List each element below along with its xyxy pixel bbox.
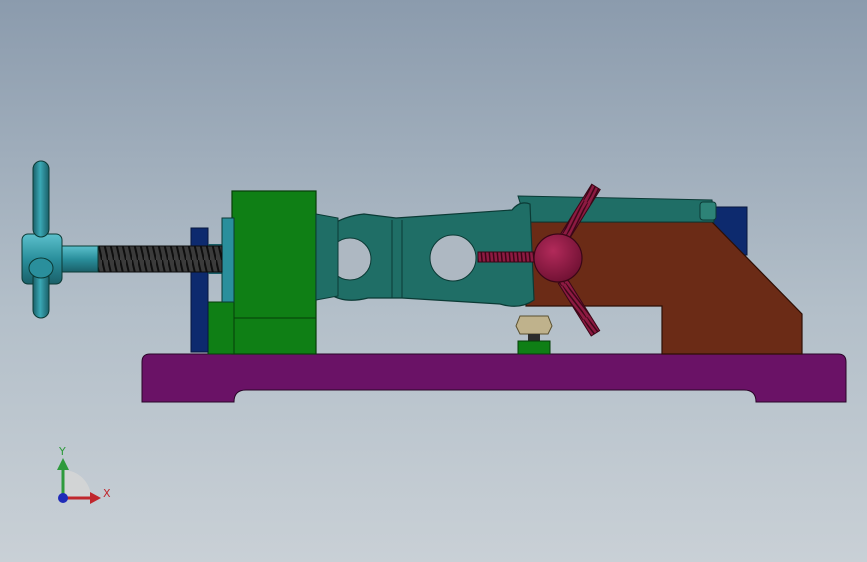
spindle-shaft[interactable] <box>59 245 99 273</box>
left-plate-flange <box>221 217 235 303</box>
jaw-block-foot[interactable] <box>207 301 235 355</box>
triad-x-arrowhead <box>90 492 101 504</box>
triad-z-origin <box>58 493 68 503</box>
model-canvas[interactable]: Y X <box>0 0 867 562</box>
support-pin-base[interactable] <box>517 340 551 355</box>
tommy-bar-upper[interactable] <box>32 160 50 238</box>
cad-viewport[interactable]: Y X <box>0 0 867 562</box>
clamp-arm-top[interactable] <box>517 195 715 223</box>
base-plate[interactable] <box>141 353 847 403</box>
triad-x-label: X <box>103 487 111 500</box>
arm-end-cap <box>699 201 717 221</box>
support-pin-head[interactable] <box>515 315 553 335</box>
handle-knob[interactable] <box>533 233 583 283</box>
triad-y-label: Y <box>58 445 66 458</box>
jaw-block[interactable] <box>231 190 317 355</box>
triad-rotation-arc <box>63 470 91 498</box>
jaw-block-bracket <box>315 213 339 301</box>
coordinate-triad: Y X <box>57 445 111 504</box>
lead-screw[interactable] <box>95 245 223 273</box>
tommy-bar-cap <box>28 257 54 279</box>
triad-y-arrowhead <box>57 458 69 470</box>
link-hole-right <box>429 234 477 282</box>
